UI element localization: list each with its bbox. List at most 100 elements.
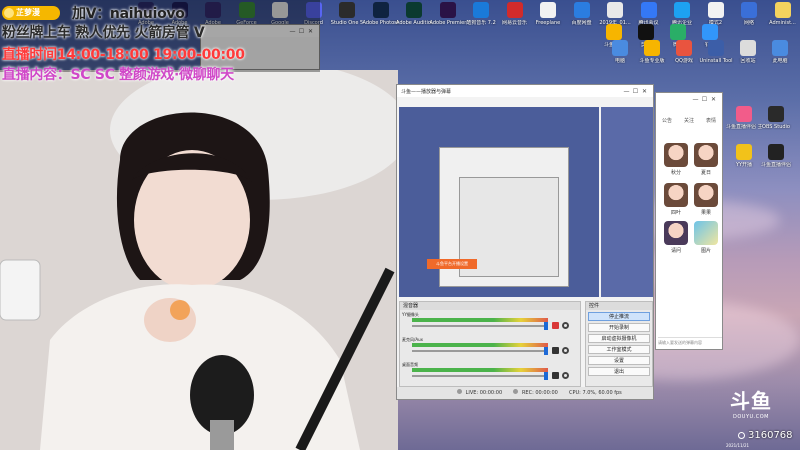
obs-side-preview — [601, 107, 653, 297]
emote-label: 四叶 — [670, 210, 681, 216]
app-icon — [439, 2, 456, 18]
emote-thumbnail[interactable] — [694, 183, 718, 207]
desktop-icon[interactable]: 回收站 — [730, 40, 766, 64]
desktop-icon[interactable]: 百度网盘 — [564, 2, 600, 26]
desktop-icon-label: QQ游戏 — [675, 58, 693, 64]
tab-announcement[interactable]: 公告 — [662, 117, 672, 127]
speaker-icon[interactable] — [552, 347, 559, 354]
fader-knob[interactable] — [544, 347, 548, 355]
desktop-icon[interactable]: 斗鱼直播伴侣 — [758, 144, 794, 168]
desktop-icon[interactable]: Adobe Photosh... — [363, 2, 399, 26]
emote-thumbnail[interactable] — [694, 143, 718, 167]
desktop-icon[interactable]: Adobe Audition... — [396, 2, 432, 26]
mixer-title: 混音器 — [400, 302, 580, 310]
desktop-icon-label: YY开播 — [735, 162, 753, 168]
app-icon — [644, 40, 660, 56]
mute-icon[interactable] — [552, 322, 559, 329]
chat-window[interactable]: — ☐ ✕ 公告 关注 表情 秋分 夏日 四叶 果果 请问 图片 请输入要发送的… — [655, 92, 723, 350]
fan-badge-label: 芷萝漫 — [16, 8, 40, 17]
app-icon — [406, 2, 422, 18]
desktop-icon[interactable]: 腾讯企业 — [664, 2, 700, 26]
desktop-icon[interactable]: 网络 — [731, 2, 767, 26]
app-icon — [707, 2, 724, 18]
close-icon[interactable]: ✕ — [709, 96, 718, 103]
desktop-icon[interactable]: 斗鱼专业版 — [634, 40, 670, 64]
gear-icon[interactable] — [562, 372, 569, 379]
rec-time: REC: 00:00:00 — [521, 390, 558, 396]
emote-thumbnail[interactable] — [664, 183, 688, 207]
desktop-icon[interactable]: 酷狗音乐 7.2 — [463, 2, 499, 26]
speaker-icon[interactable] — [552, 372, 559, 379]
desktop-icon-label: 斗鱼直播伴侣 — [760, 162, 791, 168]
live-time: LIVE: 00:00:00 — [465, 390, 503, 396]
maximize-icon[interactable]: ☐ — [700, 96, 709, 103]
studio-mode-button[interactable]: 工作室模式 — [588, 345, 650, 354]
desktop-icon[interactable]: QQ游戏 — [666, 40, 702, 64]
desktop-icon-label: 回收站 — [740, 58, 756, 64]
gear-icon[interactable] — [562, 347, 569, 354]
desktop-icon[interactable]: 网易云音乐 — [497, 2, 533, 26]
desktop-icon-label: OBS Studio — [762, 124, 790, 130]
app-icon — [708, 40, 724, 56]
desktop-icon[interactable]: 2019年_01... — [597, 2, 633, 26]
app-icon — [606, 24, 622, 40]
desktop-icon[interactable]: Freeplane — [530, 2, 566, 26]
mixer-row: 桌面音频 — [402, 362, 578, 386]
settings-button[interactable]: 设置 — [588, 356, 650, 365]
desktop-icon[interactable]: Adobe Premiere P... — [430, 2, 466, 26]
desktop-icon[interactable]: OBS Studio — [758, 106, 794, 130]
desktop-icon[interactable]: 模式2 — [698, 2, 734, 26]
desktop-icon[interactable]: Administ... — [765, 2, 800, 26]
minimize-icon[interactable]: — — [622, 88, 631, 95]
volume-fader[interactable] — [412, 325, 544, 327]
exit-button[interactable]: 退出 — [588, 367, 650, 376]
virtual-camera-button[interactable]: 启动虚拟摄像机 — [588, 334, 650, 343]
emote-thumbnail[interactable] — [694, 221, 718, 245]
overlay-button[interactable]: 斗鱼平台开播设置 — [427, 259, 477, 269]
tab-emote[interactable]: 表情 — [706, 117, 716, 127]
app-icon — [736, 106, 752, 122]
app-icon — [702, 24, 718, 40]
webcam-feed — [0, 70, 398, 450]
minimize-icon[interactable]: — — [691, 96, 700, 103]
desktop-icon-label: 网络 — [743, 20, 754, 26]
douyu-logo-url: DOUYU.COM — [733, 414, 769, 420]
start-recording-button[interactable]: 开始录制 — [588, 323, 650, 332]
obs-preview[interactable]: 斗鱼平台开播设置 — [399, 107, 599, 297]
maximize-icon[interactable]: ☐ — [631, 88, 640, 95]
emote-label: 请问 — [670, 248, 681, 254]
mixer-row: YY摄像头 — [402, 312, 578, 336]
rec-indicator-icon — [513, 389, 519, 394]
douyu-logo: 斗鱼 DOUYU.COM — [730, 385, 772, 420]
emote-thumbnail[interactable] — [664, 221, 688, 245]
desktop-icon[interactable]: 斗鱼直播伴侣 主播版 — [726, 106, 762, 130]
app-icon — [741, 2, 757, 18]
volume-fader[interactable] — [412, 375, 544, 377]
desktop-icon[interactable]: 电脑 — [602, 40, 638, 64]
desktop-icon[interactable]: Uninstall Tool — [698, 40, 734, 64]
emote-thumbnail[interactable] — [664, 143, 688, 167]
desktop-icon[interactable]: 腾讯会议 — [631, 2, 667, 26]
chat-footer[interactable]: 请输入要发送的弹幕内容 — [658, 337, 722, 347]
stop-stream-button[interactable]: 停止推流 — [588, 312, 650, 321]
app-icon — [774, 2, 791, 18]
fan-badge-icon — [4, 8, 14, 18]
fader-knob[interactable] — [544, 322, 548, 330]
tab-follow[interactable]: 关注 — [684, 117, 694, 127]
mixer-panel: 混音器 YY摄像头 麦克风/Aux 桌面音频 — [399, 301, 581, 387]
desktop-icon-label: 斗鱼专业版 — [639, 58, 665, 64]
volume-fader[interactable] — [412, 350, 544, 352]
desktop-icon[interactable]: Studio One 5 — [329, 2, 365, 26]
obs-titlebar: 斗鱼——播放器与弹幕 — ☐ ✕ — [397, 85, 653, 97]
app-icon — [768, 144, 784, 160]
fader-knob[interactable] — [544, 372, 548, 380]
close-icon[interactable]: ✕ — [640, 88, 649, 95]
gear-icon[interactable] — [562, 322, 569, 329]
fan-badge: 芷萝漫 — [2, 6, 60, 20]
system-clock: 2021/11/21 — [726, 443, 750, 448]
obs-window[interactable]: 斗鱼——播放器与弹幕 — ☐ ✕ 斗鱼平台开播设置 混音器 YY摄像头 麦克风/… — [396, 84, 654, 400]
desktop-icon[interactable]: 此电脑 — [762, 40, 798, 64]
mixer-row: 麦克风/Aux — [402, 337, 578, 361]
app-icon — [638, 24, 654, 40]
desktop-icon[interactable]: YY开播 — [726, 144, 762, 168]
